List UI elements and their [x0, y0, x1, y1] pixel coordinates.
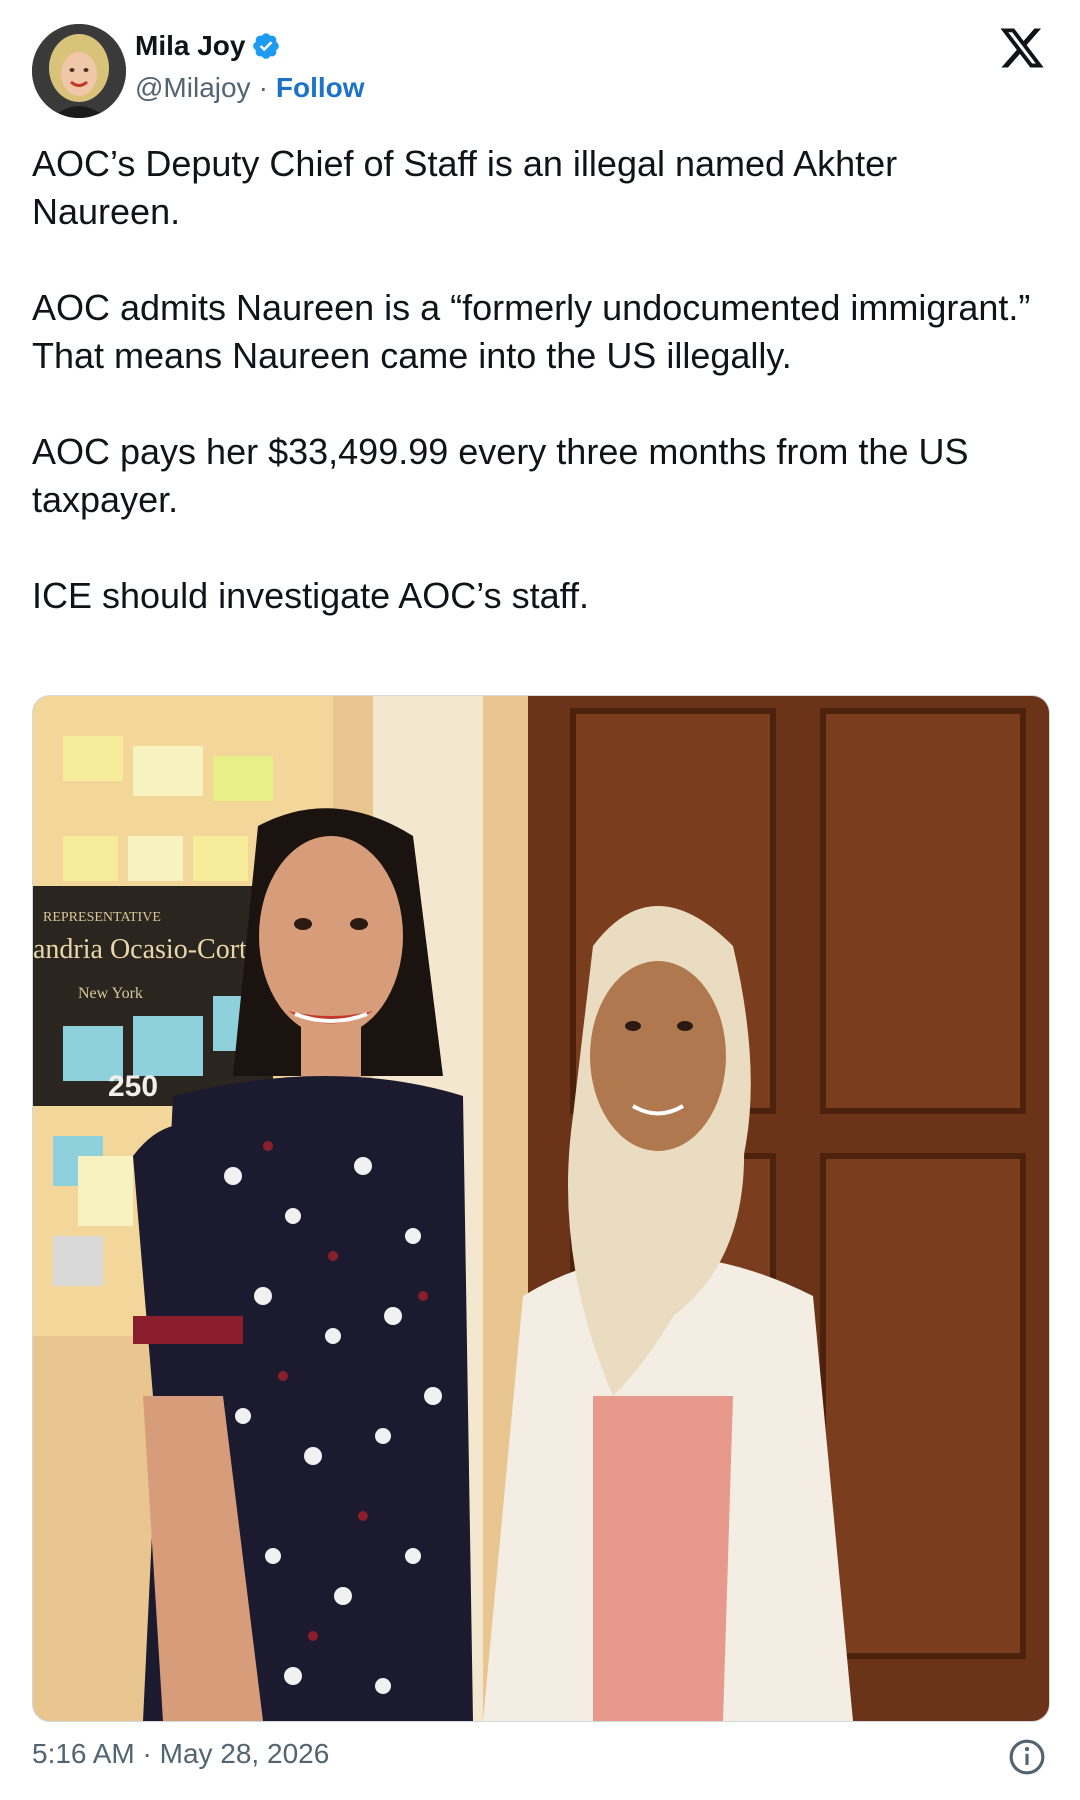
author-name-row: Mila Joy — [135, 30, 281, 62]
x-logo-icon[interactable] — [998, 24, 1046, 72]
tweet-timestamp[interactable]: 5:16 AM · May 28, 2026 — [32, 1738, 329, 1770]
nameplate-name: andria Ocasio-Corte — [33, 934, 259, 965]
verified-badge-icon — [253, 33, 280, 59]
nameplate-title: REPRESENTATIVE — [43, 910, 161, 925]
author-handle[interactable]: @Milajoy — [135, 72, 251, 104]
avatar-image — [32, 24, 126, 118]
author-display-name[interactable]: Mila Joy — [135, 30, 245, 62]
author-handle-row: @Milajoy · Follow — [135, 72, 365, 104]
tweet-card: Mila Joy @Milajoy · Follow AOC’s Deputy … — [0, 0, 1080, 1800]
author-avatar[interactable] — [32, 24, 126, 118]
tweet-photo[interactable]: REPRESENTATIVE andria Ocasio-Corte New Y… — [32, 695, 1050, 1722]
tweet-paragraph: AOC pays her $33,499.99 every three mont… — [32, 431, 979, 520]
handle-separator: · — [258, 72, 268, 103]
tweet-paragraph: AOC admits Naureen is a “formerly undocu… — [32, 287, 1040, 376]
tweet-paragraph: AOC’s Deputy Chief of Staff is an illega… — [32, 143, 908, 232]
follow-button[interactable]: Follow — [276, 72, 365, 104]
tweet-paragraph: ICE should investigate AOC’s staff. — [32, 575, 589, 616]
tweet-text: AOC’s Deputy Chief of Staff is an illega… — [32, 140, 1032, 668]
room-number: 250 — [108, 1070, 158, 1103]
info-icon[interactable] — [1008, 1738, 1046, 1776]
photo-image: REPRESENTATIVE andria Ocasio-Corte New Y… — [33, 696, 1049, 1721]
nameplate-state: New York — [78, 985, 143, 1002]
